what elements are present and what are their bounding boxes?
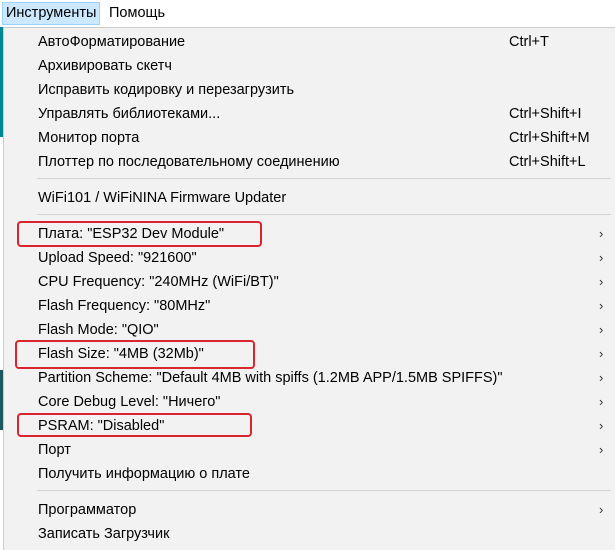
menu-item-label: Плоттер по последовательному соединению (38, 154, 340, 170)
chevron-right-icon: › (599, 442, 604, 457)
highlight-box-board (17, 221, 262, 247)
menu-item-core-debug-level[interactable]: Core Debug Level: "Ничего" › (4, 390, 615, 414)
highlight-box-flash-size (15, 340, 255, 369)
menu-help[interactable]: Помощь (106, 2, 168, 25)
menu-item-flash-frequency[interactable]: Flash Frequency: "80MHz" › (4, 294, 615, 318)
menu-item-board-info[interactable]: Получить информацию о плате (4, 462, 615, 486)
menu-item-label: WiFi101 / WiFiNINA Firmware Updater (38, 190, 287, 206)
chevron-right-icon: › (599, 370, 604, 385)
menu-item-programmer[interactable]: Программатор › (4, 498, 615, 522)
menu-item-upload-speed[interactable]: Upload Speed: "921600" › (4, 246, 615, 270)
menu-item-shortcut: Ctrl+Shift+I (509, 106, 582, 122)
menu-item-label: Программатор (38, 502, 137, 518)
menu-item-label: Upload Speed: "921600" (38, 250, 197, 266)
chevron-right-icon: › (599, 394, 604, 409)
menu-item-shortcut: Ctrl+Shift+L (509, 154, 586, 170)
tools-dropdown-menu: АвтоФорматирование Ctrl+T Архивировать с… (3, 27, 615, 550)
menu-item-label: Core Debug Level: "Ничего" (38, 394, 221, 410)
menu-separator (37, 178, 611, 179)
chevron-right-icon: › (599, 418, 604, 433)
menu-item-partition-scheme[interactable]: Partition Scheme: "Default 4MB with spif… (4, 366, 615, 390)
chevron-right-icon: › (599, 274, 604, 289)
menu-item-firmware-updater[interactable]: WiFi101 / WiFiNINA Firmware Updater (4, 186, 615, 210)
menu-item-label: Монитор порта (38, 130, 140, 146)
menu-item-label: АвтоФорматирование (38, 34, 186, 50)
menu-item-cpu-frequency[interactable]: CPU Frequency: "240MHz (WiFi/BT)" › (4, 270, 615, 294)
menu-item-label: Управлять библиотеками... (38, 106, 221, 122)
menu-item-label: Порт (38, 442, 71, 458)
menu-item-port[interactable]: Порт › (4, 438, 615, 462)
menu-item-label: Flash Mode: "QIO" (38, 322, 159, 338)
menu-item-manage-libraries[interactable]: Управлять библиотеками... Ctrl+Shift+I (4, 102, 615, 126)
chevron-right-icon: › (599, 346, 604, 361)
menu-bar: Инструменты Помощь (0, 0, 615, 27)
menu-item-label: Получить информацию о плате (38, 466, 250, 482)
menu-item-serial-plotter[interactable]: Плоттер по последовательному соединению … (4, 150, 615, 174)
chevron-right-icon: › (599, 226, 604, 241)
menu-item-label: Архивировать скетч (38, 58, 172, 74)
menu-item-fix-encoding[interactable]: Исправить кодировку и перезагрузить (4, 78, 615, 102)
chevron-right-icon: › (599, 502, 604, 517)
menu-separator (37, 214, 611, 215)
menu-separator (37, 490, 611, 491)
menu-item-burn-bootloader[interactable]: Записать Загрузчик (4, 522, 615, 546)
menu-item-flash-mode[interactable]: Flash Mode: "QIO" › (4, 318, 615, 342)
chevron-right-icon: › (599, 298, 604, 313)
highlight-box-psram (17, 413, 252, 437)
chevron-right-icon: › (599, 322, 604, 337)
menu-item-shortcut: Ctrl+T (509, 34, 549, 50)
chevron-right-icon: › (599, 250, 604, 265)
menu-item-shortcut: Ctrl+Shift+M (509, 130, 590, 146)
menu-item-label: CPU Frequency: "240MHz (WiFi/BT)" (38, 274, 279, 290)
menu-item-label: Записать Загрузчик (38, 526, 170, 542)
menu-item-label: Исправить кодировку и перезагрузить (38, 82, 295, 98)
menu-item-label: Flash Frequency: "80MHz" (38, 298, 211, 314)
menu-item-label: Partition Scheme: "Default 4MB with spif… (38, 370, 503, 386)
menu-item-autoformat[interactable]: АвтоФорматирование Ctrl+T (4, 30, 615, 54)
menu-tools[interactable]: Инструменты (2, 2, 101, 25)
menu-item-archive-sketch[interactable]: Архивировать скетч (4, 54, 615, 78)
menu-item-serial-monitor[interactable]: Монитор порта Ctrl+Shift+M (4, 126, 615, 150)
